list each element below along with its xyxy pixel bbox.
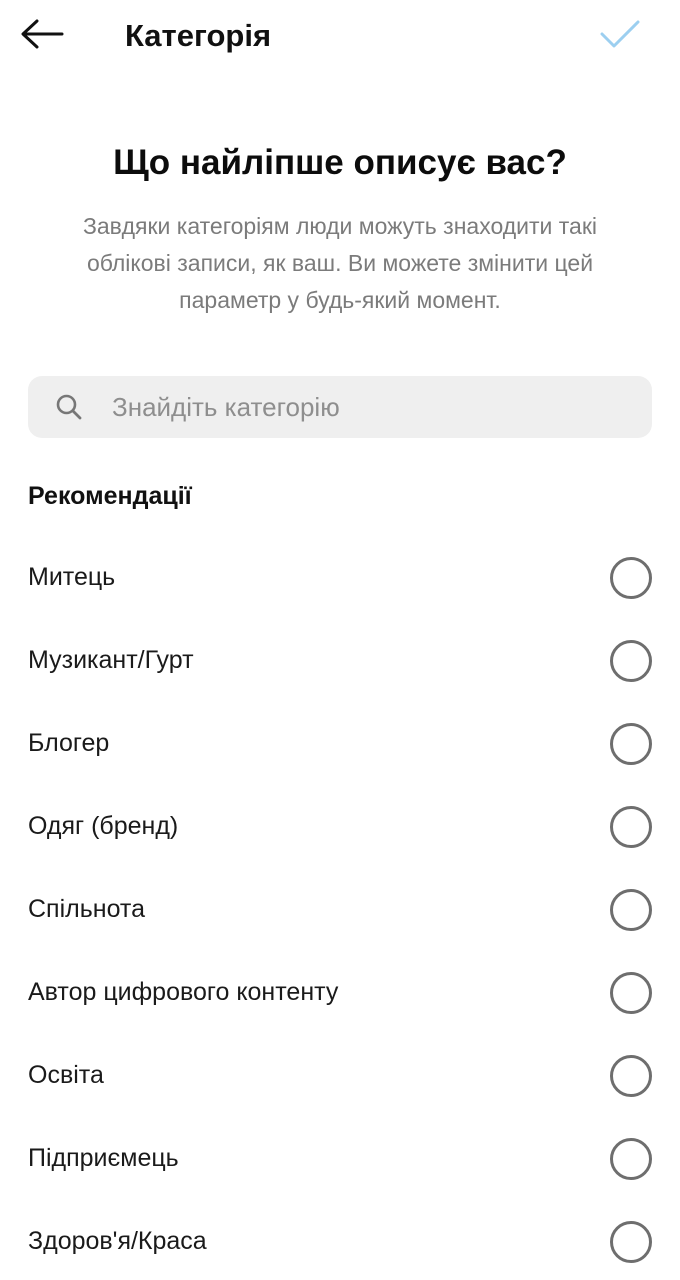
radio-button[interactable] bbox=[610, 1137, 652, 1180]
radio-button[interactable] bbox=[610, 805, 652, 848]
section-title-recommendations: Рекомендації bbox=[28, 482, 192, 510]
category-label: Музикант/Гурт bbox=[28, 646, 194, 674]
radio-button[interactable] bbox=[610, 888, 652, 931]
search-input[interactable] bbox=[112, 391, 612, 423]
search-bar[interactable] bbox=[28, 376, 652, 438]
headline: Що найліпше описує вас? bbox=[113, 143, 567, 182]
category-option-education[interactable]: Освіта bbox=[0, 1034, 680, 1117]
category-screen: Категорія Що найліпше описує вас? Завдяк… bbox=[0, 0, 680, 1280]
category-label: Підприємець bbox=[28, 1144, 179, 1172]
page-title: Категорія bbox=[125, 18, 272, 53]
radio-button[interactable] bbox=[610, 1220, 652, 1263]
category-option-digital-creator[interactable]: Автор цифрового контенту bbox=[0, 951, 680, 1034]
search-icon bbox=[54, 392, 84, 422]
category-label: Освіта bbox=[28, 1061, 104, 1089]
category-label: Блогер bbox=[28, 729, 110, 757]
category-label: Автор цифрового контенту bbox=[28, 978, 339, 1006]
category-label: Митець bbox=[28, 563, 116, 591]
radio-button[interactable] bbox=[610, 556, 652, 599]
category-label: Спільнота bbox=[28, 895, 145, 923]
top-bar: Категорія bbox=[0, 0, 680, 72]
category-label: Одяг (бренд) bbox=[28, 812, 179, 840]
category-list: Митець Музикант/Гурт Блогер Одяг (бренд)… bbox=[0, 536, 680, 1280]
radio-button[interactable] bbox=[610, 1054, 652, 1097]
category-option-community[interactable]: Спільнота bbox=[0, 868, 680, 951]
category-option-blogger[interactable]: Блогер bbox=[0, 702, 680, 785]
radio-button[interactable] bbox=[610, 722, 652, 765]
category-label: Здоров'я/Краса bbox=[28, 1227, 207, 1255]
description-text: Завдяки категоріям люди можуть знаходити… bbox=[82, 213, 598, 313]
radio-button[interactable] bbox=[610, 639, 652, 682]
category-option-artist[interactable]: Митець bbox=[0, 536, 680, 619]
radio-button[interactable] bbox=[610, 971, 652, 1014]
confirm-button[interactable] bbox=[596, 14, 644, 58]
checkmark-icon bbox=[599, 19, 641, 54]
arrow-left-icon bbox=[20, 19, 64, 54]
category-option-entrepreneur[interactable]: Підприємець bbox=[0, 1117, 680, 1200]
back-button[interactable] bbox=[20, 14, 76, 58]
category-option-health-beauty[interactable]: Здоров'я/Краса bbox=[0, 1200, 680, 1280]
category-option-musician-band[interactable]: Музикант/Гурт bbox=[0, 619, 680, 702]
category-option-clothing-brand[interactable]: Одяг (бренд) bbox=[0, 785, 680, 868]
